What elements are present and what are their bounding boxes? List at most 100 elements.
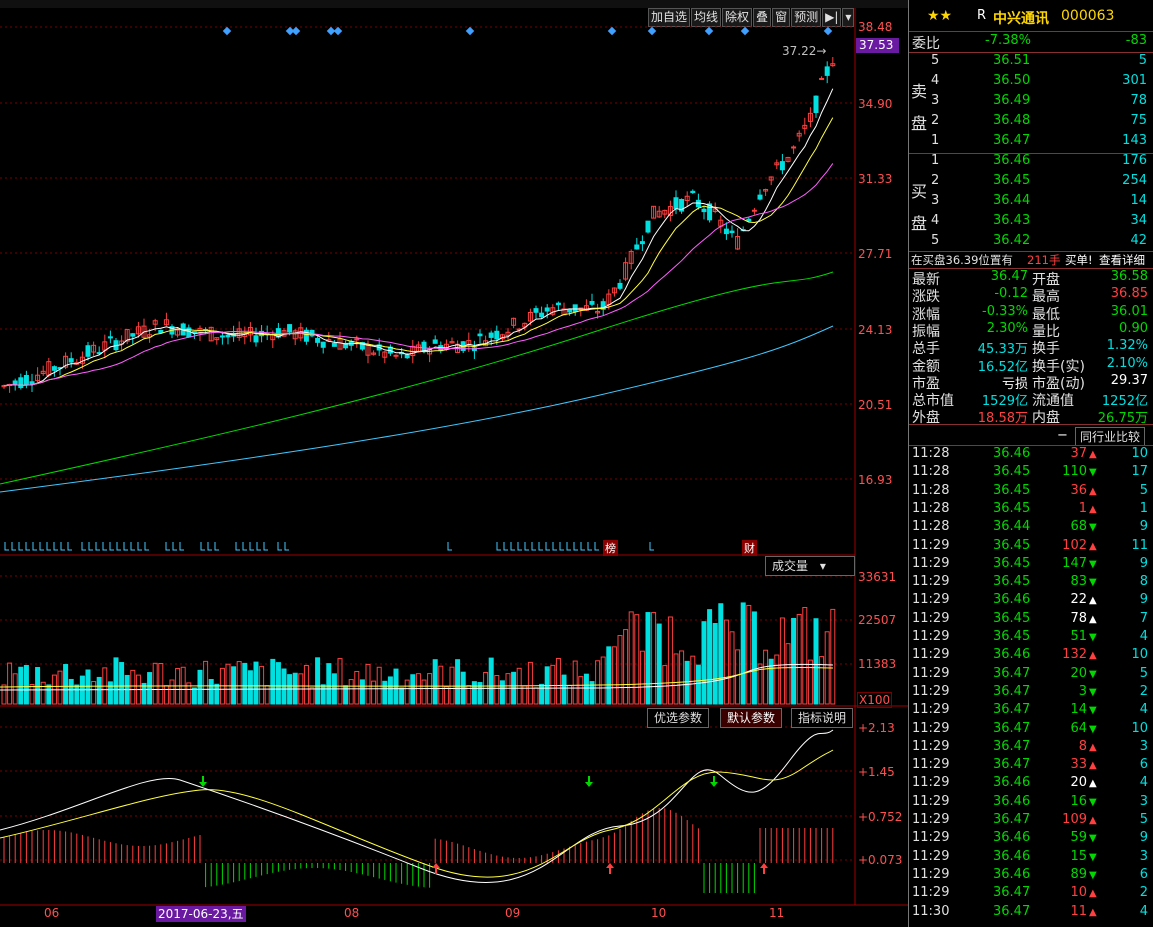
- sell-order-row[interactable]: 2 36.48 75: [909, 113, 1153, 133]
- candle: [477, 333, 483, 337]
- sell-order-row[interactable]: 1 36.47 143: [909, 133, 1153, 153]
- buy-order-row[interactable]: 3 36.44 14: [909, 193, 1153, 213]
- volume-bar: [326, 663, 332, 705]
- volume-bar: [779, 617, 785, 705]
- tick-row: 11:29 36.45 51 ▼ 4: [909, 629, 1153, 647]
- volume-bar: [639, 650, 645, 705]
- sell-order-row[interactable]: 5 36.51 5: [909, 53, 1153, 73]
- sell-order-row[interactable]: 4 36.50 301: [909, 73, 1153, 93]
- volume-bar: [791, 617, 797, 705]
- candle: [634, 244, 640, 250]
- tick-time: 11:29: [912, 647, 950, 663]
- tick-price: 36.47: [993, 720, 1031, 736]
- volume-bar: [438, 665, 444, 705]
- tick-price: 36.45: [993, 574, 1031, 590]
- tick-count: 10: [1131, 446, 1148, 461]
- order-volume: 75: [1130, 113, 1147, 128]
- sell-order-row[interactable]: 3 36.49 78: [909, 93, 1153, 113]
- chevron-down-icon: ▾: [819, 559, 826, 573]
- volume-bar: [830, 608, 836, 705]
- volume-tick-label: 11383: [858, 657, 897, 671]
- buy-order-row[interactable]: 1 36.46 176: [909, 153, 1153, 173]
- tick-price: 36.47: [993, 812, 1031, 827]
- tick-time: 11:29: [912, 775, 950, 791]
- candle: [107, 336, 113, 339]
- tick-count: 8: [1139, 574, 1148, 590]
- tick-row: 11:29 36.47 109 ▲ 5: [909, 812, 1153, 830]
- candle: [690, 190, 696, 194]
- tick-price: 36.47: [993, 903, 1031, 919]
- candle: [572, 304, 578, 313]
- order-price: 36.49: [993, 93, 1031, 108]
- arrow-up-icon: ▲: [1089, 485, 1097, 497]
- signal-l-icon: [649, 542, 654, 551]
- tick-volume: 37: [1070, 446, 1087, 461]
- volume-bar: [505, 673, 511, 705]
- volume-bar: [740, 602, 746, 705]
- arrow-down-icon: ▼: [1089, 668, 1097, 680]
- event-marker-icon: [647, 26, 657, 36]
- signal-l-icon: [242, 542, 247, 551]
- volume-bar: [46, 684, 52, 705]
- volume-bar: [29, 684, 35, 705]
- arrow-down-icon: ▼: [1089, 467, 1097, 479]
- tick-row: 11:28 36.45 1 ▲ 1: [909, 501, 1153, 519]
- candle: [23, 374, 29, 385]
- stat-value: 36.47: [990, 269, 1028, 284]
- volume-bar: [23, 664, 29, 705]
- tab-default-params[interactable]: 默认参数: [720, 708, 783, 728]
- tick-count: 3: [1139, 738, 1148, 754]
- tick-volume: 22: [1070, 592, 1087, 608]
- order-level: 4: [931, 73, 940, 88]
- tick-time: 11:29: [912, 702, 950, 718]
- kline-chart-area[interactable]: 加自选 均线 除权 叠 窗 预测 ▶| ▾ 37.53 37.22→ 成交量 ▾…: [0, 0, 908, 927]
- signal-l-icon: [503, 542, 508, 551]
- tick-volume: 59: [1070, 830, 1087, 846]
- signal-l-icon: [123, 542, 128, 551]
- collapse-icon[interactable]: −: [1057, 428, 1068, 443]
- tick-row: 11:29 36.47 20 ▼ 5: [909, 666, 1153, 684]
- stat-value: -0.12: [994, 286, 1028, 302]
- tick-volume: 68: [1070, 519, 1087, 535]
- volume-bar: [718, 603, 724, 705]
- tick-row: 11:29 36.45 147 ▼ 9: [909, 556, 1153, 574]
- volume-bar: [774, 654, 780, 705]
- buy-order-row[interactable]: 2 36.45 254: [909, 173, 1153, 193]
- signal-l-icon: [284, 542, 289, 551]
- stat-value: 亏损: [1001, 376, 1028, 392]
- signal-l-icon: [545, 542, 550, 551]
- date-tick-label: 10: [651, 906, 667, 920]
- event-marker-icon: [291, 26, 301, 36]
- tick-count: 5: [1139, 665, 1148, 681]
- stat-row: 总市值 1529亿 流通值 1252亿: [909, 390, 1153, 409]
- weibi-row: 委比 -7.38% -83: [909, 33, 1153, 53]
- tick-price: 36.46: [993, 830, 1031, 846]
- volume-bar: [337, 658, 343, 705]
- view-detail-link[interactable]: 查看详细: [1099, 252, 1145, 268]
- industry-compare-button[interactable]: 同行业比较: [1075, 427, 1146, 446]
- tick-time: 11:29: [912, 848, 950, 864]
- notice-amount: 211手: [1027, 253, 1061, 267]
- signal-l-icon: [200, 542, 205, 551]
- volume-bar: [499, 680, 505, 705]
- arrow-up-icon: ▲: [1089, 503, 1097, 515]
- ranking-tag[interactable]: 榜: [603, 540, 618, 556]
- signal-l-icon: [207, 542, 212, 551]
- candle: [225, 334, 231, 338]
- arrow-down-icon: ▼: [1089, 522, 1097, 534]
- stat-row: 最新 36.47 开盘 36.58: [909, 269, 1153, 288]
- volume-indicator-selector[interactable]: 成交量 ▾: [765, 556, 855, 576]
- tab-indicator-help[interactable]: 指标说明: [791, 708, 854, 728]
- price-tick-label: 24.13: [858, 323, 893, 337]
- buy-order-row[interactable]: 4 36.43 34: [909, 213, 1153, 233]
- tick-count: 6: [1139, 866, 1148, 882]
- candle: [824, 66, 830, 76]
- volume-bar: [191, 687, 197, 705]
- order-level: 2: [931, 113, 940, 128]
- tab-preferred-params[interactable]: 优选参数: [647, 708, 710, 728]
- volume-bar: [421, 679, 427, 705]
- finance-tag[interactable]: 财: [742, 540, 757, 556]
- buy-order-row[interactable]: 5 36.42 42: [909, 233, 1153, 253]
- buy-label-2: 盘: [911, 214, 928, 233]
- signal-l-icon: [531, 542, 536, 551]
